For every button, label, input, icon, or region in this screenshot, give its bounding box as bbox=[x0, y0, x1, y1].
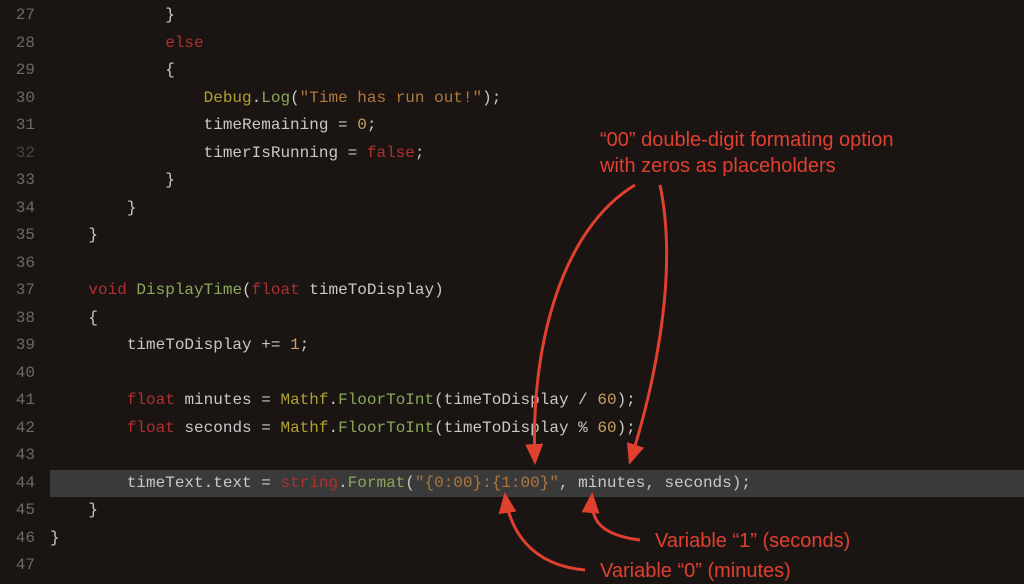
annotation-format-option: “00” double-digit formating option with … bbox=[600, 127, 894, 179]
code-line: } bbox=[50, 222, 1024, 250]
annotation-var1: Variable “1” (seconds) bbox=[655, 528, 850, 554]
line-number: 42 bbox=[0, 415, 35, 443]
annotation-var0: Variable “0” (minutes) bbox=[600, 558, 791, 584]
code-editor[interactable]: 2728293031323334353637383940414243444546… bbox=[0, 0, 1024, 583]
line-number: 33 bbox=[0, 167, 35, 195]
line-number: 27 bbox=[0, 2, 35, 30]
code-line: timeToDisplay += 1; bbox=[50, 332, 1024, 360]
line-number: 32 bbox=[0, 140, 35, 168]
line-number: 35 bbox=[0, 222, 35, 250]
code-line: { bbox=[50, 305, 1024, 333]
code-line: else bbox=[50, 30, 1024, 58]
code-line: } bbox=[50, 2, 1024, 30]
code-line bbox=[50, 442, 1024, 470]
line-number: 30 bbox=[0, 85, 35, 113]
line-number: 39 bbox=[0, 332, 35, 360]
line-number-gutter: 2728293031323334353637383940414243444546… bbox=[0, 0, 50, 583]
code-line: float minutes = Mathf.FloorToInt(timeToD… bbox=[50, 387, 1024, 415]
code-line bbox=[50, 360, 1024, 388]
code-line: } bbox=[50, 195, 1024, 223]
code-line: } bbox=[50, 525, 1024, 553]
line-number: 29 bbox=[0, 57, 35, 85]
code-line: void DisplayTime(float timeToDisplay) bbox=[50, 277, 1024, 305]
line-number: 44 bbox=[0, 470, 35, 498]
line-number: 43 bbox=[0, 442, 35, 470]
line-number: 41 bbox=[0, 387, 35, 415]
line-number: 37 bbox=[0, 277, 35, 305]
code-line: { bbox=[50, 57, 1024, 85]
line-number: 36 bbox=[0, 250, 35, 278]
line-number: 47 bbox=[0, 552, 35, 580]
code-line: } bbox=[50, 497, 1024, 525]
line-number: 38 bbox=[0, 305, 35, 333]
code-line bbox=[50, 552, 1024, 580]
line-number: 34 bbox=[0, 195, 35, 223]
line-number: 45 bbox=[0, 497, 35, 525]
code-line bbox=[50, 250, 1024, 278]
line-number: 28 bbox=[0, 30, 35, 58]
code-area[interactable]: } else { Debug.Log("Time has run out!");… bbox=[50, 0, 1024, 583]
line-number: 46 bbox=[0, 525, 35, 553]
line-number: 40 bbox=[0, 360, 35, 388]
line-number: 31 bbox=[0, 112, 35, 140]
code-line: float seconds = Mathf.FloorToInt(timeToD… bbox=[50, 415, 1024, 443]
code-line-highlighted: timeText.text = string.Format("{0:00}:{1… bbox=[50, 470, 1024, 498]
code-line: Debug.Log("Time has run out!"); bbox=[50, 85, 1024, 113]
